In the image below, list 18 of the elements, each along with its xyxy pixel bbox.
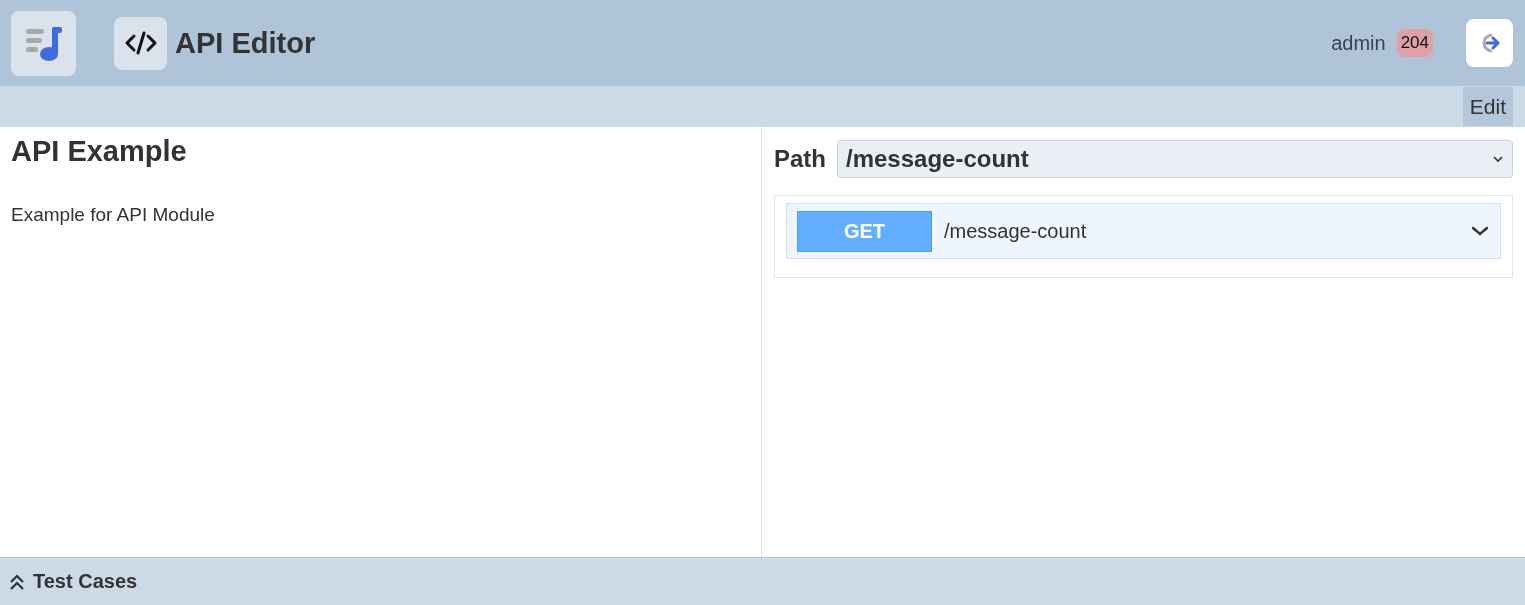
- page-title: API Editor: [175, 26, 316, 60]
- operation-row[interactable]: GET /message-count: [786, 203, 1501, 259]
- path-label: Path: [774, 145, 826, 173]
- code-icon: [114, 16, 167, 70]
- logout-button[interactable]: [1466, 19, 1513, 67]
- method-label: GET: [797, 210, 932, 252]
- path-select[interactable]: /message-count: [837, 140, 1513, 178]
- test-cases-label: Test Cases: [33, 570, 138, 593]
- api-title: API Example: [11, 135, 188, 168]
- edit-button[interactable]: Edit: [1462, 87, 1513, 126]
- expand-chevron-icon[interactable]: [1470, 225, 1490, 237]
- dropdown-chevron-icon: [1492, 155, 1504, 163]
- app-logo-icon[interactable]: [11, 10, 76, 76]
- test-cases-bar[interactable]: Test Cases: [0, 557, 1525, 605]
- operation-path: /message-count: [944, 219, 1088, 243]
- notification-badge: 204: [1396, 29, 1433, 57]
- user-name: admin: [1331, 31, 1386, 55]
- api-description: Example for API Module: [11, 204, 216, 226]
